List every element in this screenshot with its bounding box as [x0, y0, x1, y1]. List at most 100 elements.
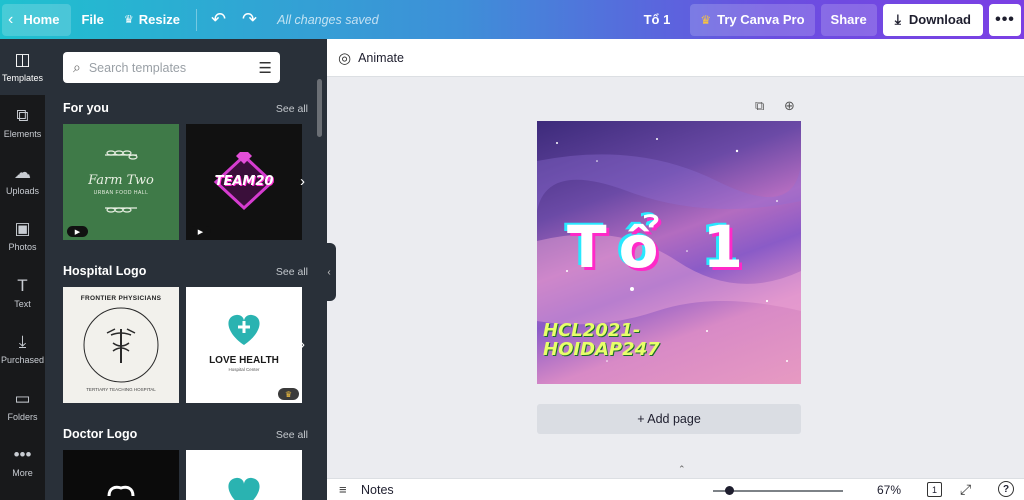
filter-icon[interactable]: ☰	[259, 59, 272, 77]
caduceus-emblem-icon	[83, 307, 159, 383]
play-icon: ▶	[190, 226, 211, 237]
rail-item-elements[interactable]: ⧉ Elements	[0, 95, 45, 151]
play-icon: ▶	[67, 226, 88, 237]
zoom-slider-handle[interactable]	[725, 486, 734, 495]
redo-icon[interactable]: ↷	[234, 4, 265, 36]
rail-label: Elements	[3, 129, 42, 139]
search-input[interactable]	[88, 60, 259, 75]
save-status: All changes saved	[277, 12, 379, 27]
rail-item-more[interactable]: ••• More	[0, 434, 45, 490]
page-count-button[interactable]: 1	[927, 482, 942, 497]
chevron-left-icon: ‹	[8, 10, 14, 28]
templates-panel: ⌕ ☰ For you See all Farm Two URBAN FOOD …	[45, 39, 327, 500]
notes-icon: ≡	[339, 482, 347, 497]
toolbar-divider	[195, 8, 197, 31]
chevron-right-icon[interactable]: ›	[300, 336, 305, 353]
rail-item-photos[interactable]: ▣ Photos	[0, 208, 45, 264]
rail-item-purchased[interactable]: ⤓ Purchased	[0, 321, 45, 377]
section-title: For you	[63, 101, 109, 115]
text-icon: T	[17, 276, 28, 295]
section-title: Hospital Logo	[63, 264, 147, 278]
notes-button[interactable]: Notes	[361, 483, 394, 497]
template-text: TEAM20	[214, 174, 274, 189]
template-subtext: Hospital Center	[228, 367, 260, 372]
try-pro-label: Try Canva Pro	[717, 12, 805, 27]
search-box: ⌕ ☰	[63, 52, 280, 83]
folders-icon: ▭	[14, 389, 31, 408]
resize-button[interactable]: ♛ Resize	[114, 4, 190, 36]
download-button[interactable]: ⤓ Download	[882, 3, 983, 36]
crown-icon: ♛	[278, 388, 299, 400]
tooth-icon	[107, 485, 135, 497]
chevron-right-icon[interactable]: ›	[300, 173, 305, 190]
help-button[interactable]: ?	[998, 481, 1014, 497]
fullscreen-icon[interactable]: ⤢	[960, 481, 971, 498]
see-all-link[interactable]: See all	[276, 103, 308, 115]
template-subtext: URBAN FOOD HALL	[93, 190, 149, 196]
design-heading-text[interactable]: Tổ 1	[567, 213, 755, 281]
more-icon: •••	[13, 445, 32, 464]
template-thumbnail[interactable]: FRONTIER PHYSICIANS TERTIARY TEACHING HO…	[63, 287, 179, 403]
design-canvas[interactable]: Tổ 1 HCL2021- HOIDAP247	[537, 121, 801, 384]
rail-label: Uploads	[5, 186, 40, 196]
left-rail: ◫ Templates ⧉ Elements ☁ Uploads ▣ Photo…	[0, 39, 45, 500]
rail-label: Templates	[1, 73, 44, 83]
template-thumbnail[interactable]	[63, 450, 179, 500]
template-subtext: TERTIARY TEACHING HOSPITAL	[86, 387, 156, 392]
photos-icon: ▣	[14, 219, 31, 238]
duplicate-page-icon[interactable]: ⧉	[755, 98, 764, 114]
resize-label: Resize	[138, 12, 180, 27]
template-thumbnail[interactable]: LOVE HEALTH Hospital Center ♛	[186, 287, 302, 403]
rail-label: More	[12, 468, 33, 478]
see-all-link[interactable]: See all	[276, 429, 308, 441]
file-menu-button[interactable]: File	[71, 4, 113, 36]
design-caption-line: HOIDAP247	[543, 339, 660, 360]
rail-label: Folders	[7, 412, 38, 422]
bottom-bar: ≡ Notes 67% 1 ⤢ ?	[327, 478, 1024, 500]
design-title[interactable]: Tổ 1	[644, 12, 671, 27]
home-label: Home	[23, 12, 60, 27]
template-text: Farm Two	[88, 173, 154, 188]
rail-label: Photos	[8, 242, 37, 252]
share-button[interactable]: Share	[820, 3, 877, 36]
share-label: Share	[830, 12, 867, 27]
heart-icon	[228, 477, 260, 500]
template-text: LOVE HEALTH	[209, 355, 279, 366]
design-caption-text[interactable]: HCL2021- HOIDAP247	[543, 321, 660, 359]
animate-icon: ◎	[338, 49, 352, 67]
collapse-panel-button[interactable]: ‹	[322, 243, 336, 301]
search-icon: ⌕	[73, 59, 81, 75]
template-thumbnail[interactable]	[186, 450, 302, 500]
top-toolbar: ‹ Home File ♛ Resize ↶ ↷ All changes sav…	[0, 0, 1024, 39]
design-caption-line: HCL2021-	[543, 320, 641, 341]
template-thumbnail[interactable]: Farm Two URBAN FOOD HALL ▶	[63, 124, 179, 240]
rail-item-text[interactable]: T Text	[0, 265, 45, 321]
elements-icon: ⧉	[16, 106, 29, 125]
home-button[interactable]: ‹ Home	[2, 3, 72, 36]
chevron-up-icon[interactable]: ⌃	[678, 464, 686, 475]
zoom-level[interactable]: 67%	[877, 483, 901, 497]
templates-icon: ◫	[14, 50, 31, 69]
crown-icon: ♛	[123, 14, 134, 26]
undo-icon[interactable]: ↶	[203, 4, 234, 36]
panel-scrollbar[interactable]	[317, 79, 322, 137]
rail-item-uploads[interactable]: ☁ Uploads	[0, 152, 45, 208]
add-page-button[interactable]: + Add page	[537, 404, 801, 434]
try-pro-button[interactable]: ♛ Try Canva Pro	[690, 3, 815, 36]
crown-icon: ♛	[700, 12, 712, 27]
more-options-button[interactable]: •••	[989, 3, 1021, 36]
add-page-icon[interactable]: ⊕	[784, 98, 795, 114]
animate-button[interactable]: Animate	[358, 51, 404, 65]
uploads-icon: ☁	[14, 163, 31, 182]
section-title: Doctor Logo	[63, 427, 138, 441]
see-all-link[interactable]: See all	[276, 266, 308, 278]
template-text: FRONTIER PHYSICIANS	[80, 295, 162, 302]
rail-label: Text	[14, 299, 31, 309]
download-icon: ⤓	[894, 11, 901, 27]
rail-item-templates[interactable]: ◫ Templates	[0, 39, 45, 95]
download-label: Download	[908, 12, 971, 27]
editor-toolbar: ◎ Animate	[327, 39, 1024, 77]
rail-item-folders[interactable]: ▭ Folders	[0, 378, 45, 434]
rail-label: Purchased	[0, 355, 45, 365]
template-thumbnail[interactable]: TEAM20 ▶	[186, 124, 302, 240]
